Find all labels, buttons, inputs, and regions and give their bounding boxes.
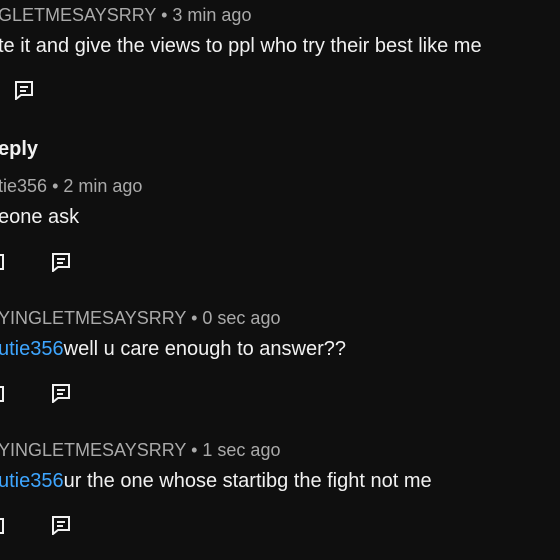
comment-author[interactable]: YINGLETMESAYSRRY [0,440,186,460]
comment-author[interactable]: GLETMESAYSRRY [0,5,156,25]
comment-timestamp[interactable]: 0 sec ago [202,308,280,328]
meta-separator: • [191,440,198,460]
comment-text: te it and give the views to ppl who try … [0,35,482,57]
mention-link[interactable]: utie356 [0,338,64,360]
comment-body: ur the one whose startibg the fight not … [63,470,432,492]
meta-separator: • [191,308,198,328]
comment-meta: YINGLETMESAYSRRY • 0 sec ago [0,308,280,329]
comment-icon[interactable] [51,383,71,403]
replies-header[interactable]: eply [0,138,38,161]
comment-icon[interactable] [51,252,71,272]
dislike-icon[interactable] [0,386,4,402]
comment-timestamp[interactable]: 3 min ago [172,5,251,25]
comment-text: utie356ur the one whose startibg the fig… [0,470,432,493]
comment-meta: YINGLETMESAYSRRY • 1 sec ago [0,440,280,461]
meta-separator: • [161,5,168,25]
comment-meta: GLETMESAYSRRY • 3 min ago [0,5,251,26]
mention-link[interactable]: utie356 [0,470,64,492]
comment-text: eone ask [0,206,80,228]
meta-separator: • [52,176,59,196]
comment-text: utie356well u care enough to answer?? [0,338,346,361]
comment-author[interactable]: tie356 [0,176,47,196]
dislike-icon[interactable] [0,254,4,270]
comment-author[interactable]: YINGLETMESAYSRRY [0,308,186,328]
comment-icon[interactable] [14,80,34,100]
dislike-icon[interactable] [0,518,4,534]
comment-meta: tie356 • 2 min ago [0,176,142,197]
comment-timestamp[interactable]: 2 min ago [63,176,142,196]
comment-body: well u care enough to answer?? [63,338,347,360]
comment-timestamp[interactable]: 1 sec ago [202,440,280,460]
comment-icon[interactable] [51,515,71,535]
